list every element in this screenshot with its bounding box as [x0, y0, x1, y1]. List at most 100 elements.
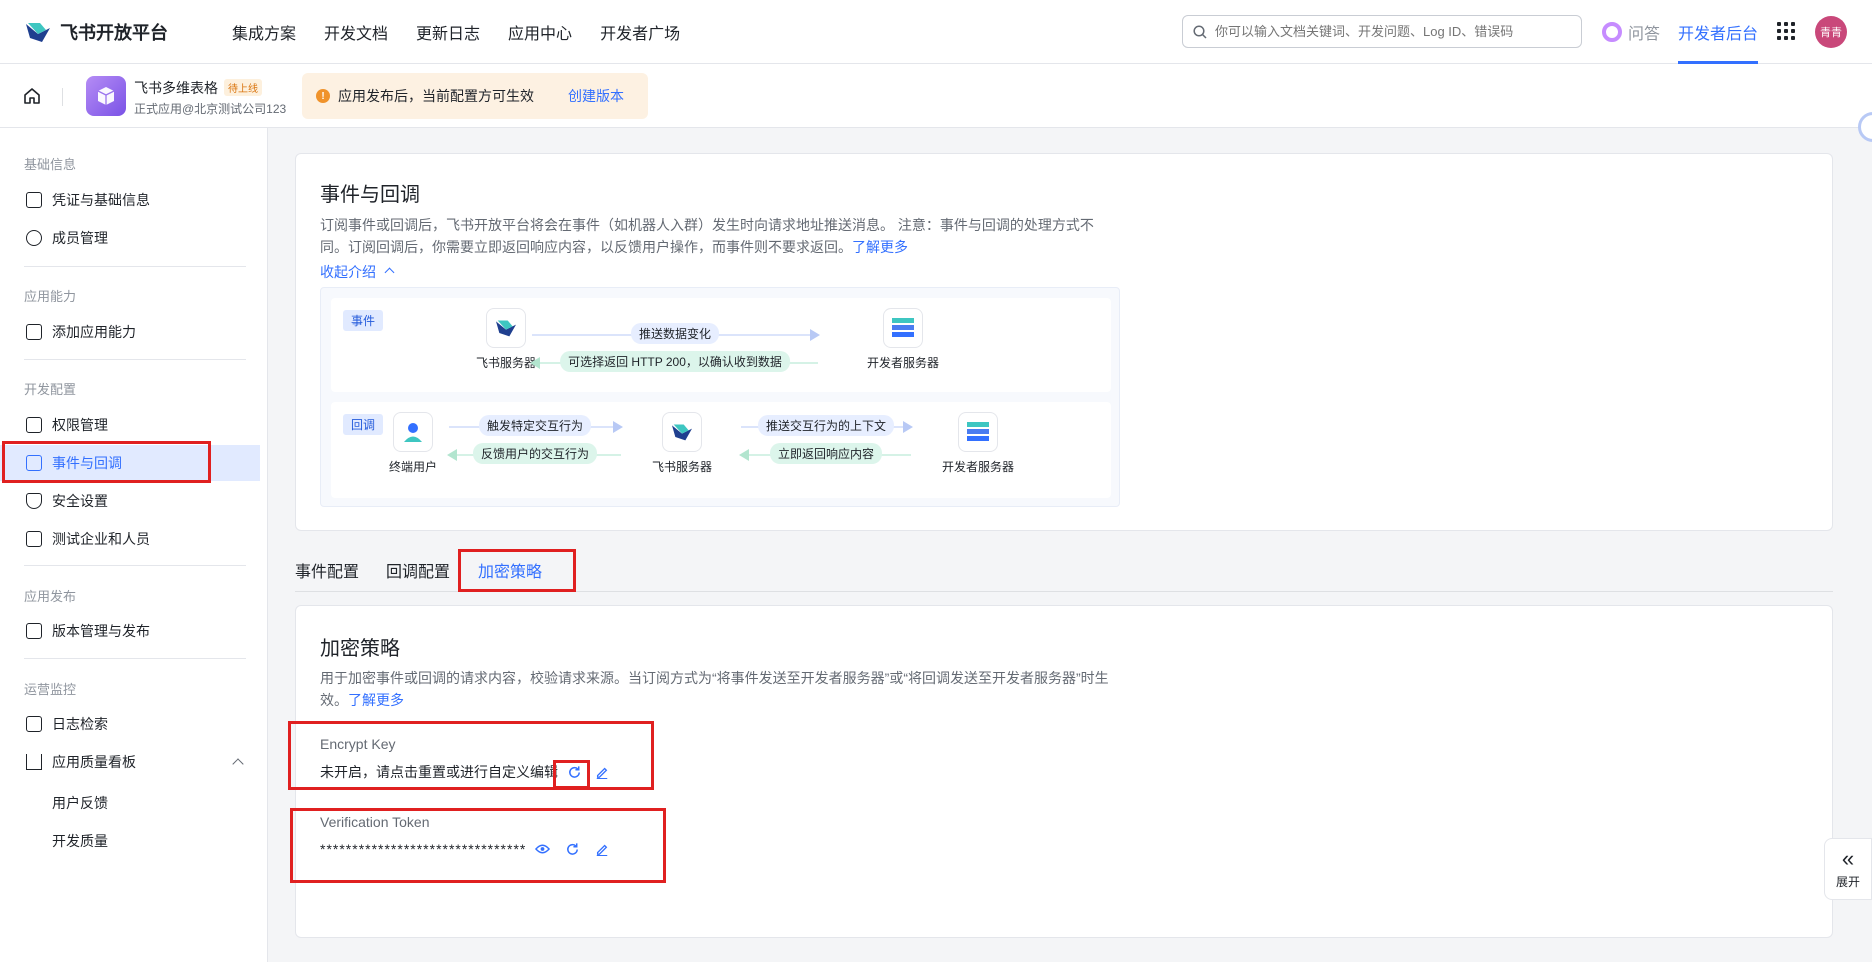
page-title: 事件与回调 [320, 184, 420, 206]
sidebar-item-events-callbacks[interactable]: 事件与回调 [0, 445, 260, 481]
return-response-arrow: 立即返回响应内容 [739, 443, 911, 464]
add-capability-icon [26, 324, 42, 340]
warning-icon: ! [316, 89, 330, 103]
collapse-intro-button[interactable]: 收起介绍 [320, 262, 395, 282]
node-label: 开发者服务器 [866, 356, 939, 370]
intro-description: 订阅事件或回调后，飞书开放平台将会在事件（如机器人入群）发生时向请求地址推送消息… [320, 214, 1110, 258]
upload-icon [26, 623, 42, 639]
nav-integration[interactable]: 集成方案 [232, 20, 296, 44]
nav-app-center[interactable]: 应用中心 [508, 20, 572, 44]
sidebar-item-label: 测试企业和人员 [52, 531, 150, 547]
tab-encryption[interactable]: 加密策略 [478, 558, 542, 582]
double-chevron-left-icon: « [1841, 846, 1855, 871]
dev-server-node: 开发者服务器 [843, 308, 963, 371]
reset-icon[interactable] [564, 841, 580, 857]
edit-icon[interactable] [594, 841, 610, 857]
optional-return-arrow: 可选择返回 HTTP 200，以确认收到数据 [530, 351, 818, 372]
avatar[interactable]: 青青 [1815, 16, 1847, 48]
intro-description-text: 订阅事件或回调后，飞书开放平台将会在事件（如机器人入群）发生时向请求地址推送消息… [320, 217, 1094, 255]
status-badge: 待上线 [224, 79, 262, 96]
feedback-action-arrow: 反馈用户的交互行为 [447, 443, 621, 464]
push-context-arrow: 推送交互行为的上下文 [741, 415, 913, 436]
sidebar-item-members[interactable]: 成员管理 [0, 220, 260, 256]
sidebar-item-add-capability[interactable]: 添加应用能力 [0, 314, 260, 350]
create-version-link[interactable]: 创建版本 [568, 86, 624, 106]
apps-grid-icon[interactable] [1777, 22, 1795, 40]
divider [24, 565, 246, 566]
arrow-right-icon [903, 421, 913, 433]
divider [62, 88, 63, 106]
tab-callback-config[interactable]: 回调配置 [386, 558, 450, 582]
qa-label: 问答 [1628, 26, 1661, 43]
trigger-action-arrow: 触发特定交互行为 [449, 415, 623, 436]
sidebar-item-permissions[interactable]: 权限管理 [0, 407, 260, 443]
arrow-left-icon [530, 357, 540, 369]
edit-icon[interactable] [594, 764, 610, 780]
divider [24, 359, 246, 360]
flow-diagram: 事件 飞书服务器 推送数据变化 可选择返回 HTTP 200，以确认收到数据 开… [320, 287, 1120, 507]
bar-chart-icon [26, 754, 42, 770]
tab-event-config[interactable]: 事件配置 [295, 558, 359, 582]
dev-server-node: 开发者服务器 [918, 412, 1038, 475]
brand-name: 飞书开放平台 [60, 22, 168, 43]
sidebar-group-basic: 基础信息 [24, 157, 77, 172]
sidebar-group-capability: 应用能力 [24, 289, 77, 304]
collapse-intro-label: 收起介绍 [320, 264, 376, 280]
arrow-left-icon [739, 449, 749, 461]
arrow-label: 反馈用户的交互行为 [472, 443, 598, 464]
divider [24, 658, 246, 659]
nav-changelog[interactable]: 更新日志 [416, 20, 480, 44]
sidebar-subitem-feedback[interactable]: 用户反馈 [52, 793, 108, 813]
divider [24, 266, 246, 267]
nav-dev-square[interactable]: 开发者广场 [600, 20, 680, 44]
end-user-node: 终端用户 [353, 412, 473, 475]
active-tab-indicator [478, 589, 542, 592]
node-label: 终端用户 [388, 460, 437, 474]
sidebar-item-security[interactable]: 安全设置 [0, 483, 260, 519]
sidebar-item-label: 添加应用能力 [52, 324, 136, 340]
sidebar-item-label: 事件与回调 [52, 455, 122, 471]
chevron-up-icon [384, 267, 395, 278]
sidebar-item-version-release[interactable]: 版本管理与发布 [0, 613, 260, 649]
qa-button[interactable]: 问答 [1602, 20, 1660, 44]
learn-more-link[interactable]: 了解更多 [852, 239, 908, 255]
push-data-arrow: 推送数据变化 [532, 323, 820, 344]
sidebar-item-label: 成员管理 [52, 230, 108, 246]
qa-icon [1602, 22, 1622, 42]
sidebar-item-test-enterprise[interactable]: 测试企业和人员 [0, 521, 260, 557]
sidebar-group-dev-config: 开发配置 [24, 382, 77, 397]
sidebar-item-credentials[interactable]: 凭证与基础信息 [0, 182, 260, 218]
expand-panel-button[interactable]: « 展开 [1824, 838, 1872, 900]
search-box[interactable] [1182, 15, 1582, 48]
sidebar-group-release: 应用发布 [24, 589, 77, 604]
arrow-label: 推送交互行为的上下文 [757, 415, 895, 436]
feishu-logo-icon [662, 412, 702, 452]
reset-icon[interactable] [566, 764, 582, 780]
sidebar-item-quality-board[interactable]: 应用质量看板 [0, 744, 260, 780]
arrow-label: 立即返回响应内容 [769, 443, 883, 464]
encryption-description-text: 用于加密事件或回调的请求内容，校验请求来源。当订阅方式为“将事件发送至开发者服务… [320, 670, 1109, 708]
search-input[interactable] [1215, 24, 1575, 39]
eye-icon[interactable] [534, 841, 550, 857]
arrow-label: 触发特定交互行为 [478, 415, 592, 436]
callback-lane: 回调 终端用户 触发特定交互行为 反馈用户的交互行为 飞书服务器 推送交互行为的… [331, 402, 1111, 498]
nav-docs[interactable]: 开发文档 [324, 20, 388, 44]
event-lane: 事件 飞书服务器 推送数据变化 可选择返回 HTTP 200，以确认收到数据 开… [331, 298, 1111, 392]
code-icon [26, 531, 42, 547]
arrow-label: 可选择返回 HTTP 200，以确认收到数据 [560, 351, 790, 372]
search-icon [1193, 24, 1207, 39]
top-navbar: 飞书开放平台 集成方案 开发文档 更新日志 应用中心 开发者广场 问答 开发者后… [0, 0, 1872, 64]
feishu-logo-icon [486, 308, 526, 348]
sidebar-item-label: 日志检索 [52, 716, 108, 732]
lock-icon [26, 417, 42, 433]
home-icon[interactable] [22, 86, 42, 106]
arrow-label: 推送数据变化 [630, 323, 720, 344]
encrypt-key-label: Encrypt Key [320, 736, 396, 752]
brand-logo[interactable]: 飞书开放平台 [24, 19, 204, 45]
sidebar-subitem-dev-quality[interactable]: 开发质量 [52, 831, 108, 851]
sidebar-item-log-search[interactable]: 日志检索 [0, 706, 260, 742]
node-label: 飞书服务器 [475, 356, 536, 370]
dev-console-link[interactable]: 开发者后台 [1678, 20, 1758, 44]
learn-more-link[interactable]: 了解更多 [348, 692, 404, 708]
event-icon [26, 455, 42, 471]
